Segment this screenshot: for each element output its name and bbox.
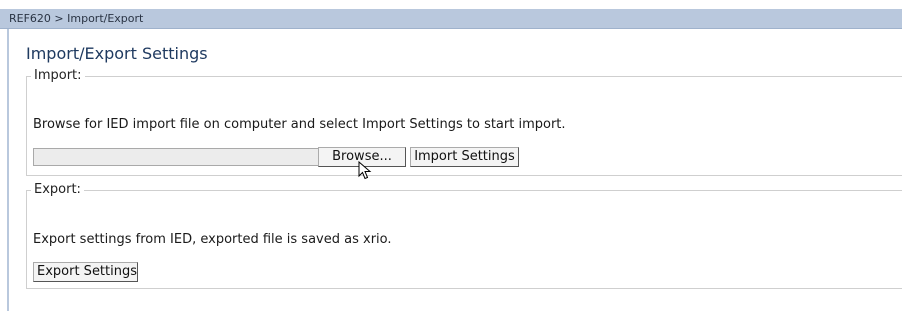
export-section: Export: Export settings from IED, export… (26, 182, 902, 289)
import-legend: Import: (31, 68, 85, 83)
page-title: Import/Export Settings (26, 44, 208, 63)
import-settings-button[interactable]: Import Settings (410, 147, 519, 167)
import-section: Import: Browse for IED import file on co… (26, 68, 902, 176)
left-border-rule (7, 29, 9, 311)
export-description: Export settings from IED, exported file … (33, 232, 392, 247)
export-legend: Export: (31, 182, 84, 197)
export-settings-button[interactable]: Export Settings (33, 262, 138, 282)
import-description: Browse for IED import file on computer a… (33, 117, 566, 132)
import-file-path-field[interactable] (33, 148, 319, 166)
breadcrumb-text: REF620 > Import/Export (9, 12, 144, 25)
mouse-pointer-icon (358, 161, 372, 180)
breadcrumb: REF620 > Import/Export (0, 9, 902, 29)
